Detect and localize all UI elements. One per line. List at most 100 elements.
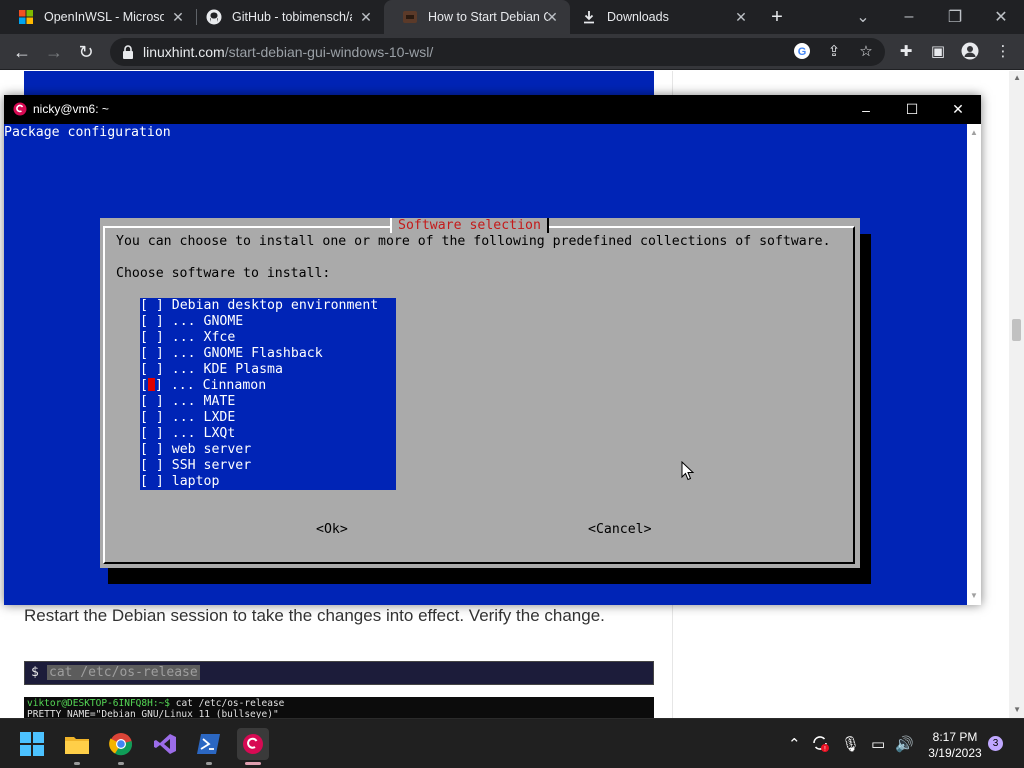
article-paragraph: Restart the Debian session to take the c… xyxy=(24,606,605,625)
extensions-puzzle-icon[interactable]: ✚ xyxy=(896,42,916,62)
terminal-close-button[interactable]: ✕ xyxy=(935,95,981,124)
system-clock[interactable]: 8:17 PM 3/19/2023 xyxy=(922,729,988,761)
linuxhint-icon xyxy=(402,9,418,25)
browser-toolbar: ← → ↻ linuxhint.com/start-debian-gui-win… xyxy=(0,34,1024,70)
checklist-item[interactable]: [ ] ... LXQt xyxy=(140,426,235,442)
close-tab-icon[interactable]: ✕ xyxy=(544,9,560,25)
restore-window-button[interactable]: ❐ xyxy=(932,0,978,34)
more-menu-icon[interactable]: ⋮ xyxy=(993,42,1013,62)
display-icon[interactable]: ▭ xyxy=(871,735,885,753)
tab-search-chevron-icon[interactable]: ⌄ xyxy=(840,0,886,34)
clock-time: 8:17 PM xyxy=(932,730,978,744)
terminal-image-line: PRETTY_NAME="Debian GNU/Linux 11 (bullse… xyxy=(27,709,279,718)
microphone-icon[interactable]: 🎙 xyxy=(841,735,860,753)
tab-title: Downloads xyxy=(607,10,669,24)
command-prompt: $ xyxy=(31,665,39,680)
checkbox[interactable]: [ ] xyxy=(140,314,164,329)
running-indicator xyxy=(206,762,212,765)
ok-button[interactable]: <Ok> xyxy=(316,522,348,537)
visual-studio-icon[interactable] xyxy=(149,728,181,760)
start-button-windows-icon[interactable] xyxy=(16,728,48,760)
terminal-scrollbar[interactable]: ▲ ▼ xyxy=(967,124,981,605)
file-explorer-icon[interactable] xyxy=(61,728,93,765)
powershell-icon[interactable] xyxy=(193,728,225,765)
close-tab-icon[interactable]: ✕ xyxy=(358,9,374,25)
tab-title: GitHub - tobimensch/a xyxy=(232,10,352,24)
checkbox[interactable]: [ ] xyxy=(140,394,164,409)
browser-tab-strip: OpenInWSL - Microsof ✕ GitHub - tobimens… xyxy=(0,0,1024,34)
checkbox[interactable]: [ ] xyxy=(140,362,164,377)
article-terminal-image: viktor@DESKTOP-6INFQ8H:~$ cat /etc/os-re… xyxy=(24,697,654,718)
close-window-button[interactable]: ✕ xyxy=(978,0,1024,34)
checkbox-with-cursor[interactable]: [] xyxy=(140,378,163,393)
windows-logo-icon xyxy=(18,9,34,25)
debian-app-icon[interactable] xyxy=(237,728,269,765)
url-text: linuxhint.com/start-debian-gui-windows-1… xyxy=(143,44,434,60)
volume-icon[interactable]: 🔊 xyxy=(895,735,914,753)
new-tab-button[interactable]: + xyxy=(767,7,787,27)
scroll-up-arrow-icon[interactable]: ▲ xyxy=(970,128,978,137)
checklist-item[interactable]: [ ] web server xyxy=(140,442,251,458)
checklist-item[interactable]: [ ] SSH server xyxy=(140,458,251,474)
dialog-prompt: Choose software to install: xyxy=(116,266,331,281)
command-text[interactable]: cat /etc/os-release xyxy=(47,665,200,680)
checkbox[interactable]: [ ] xyxy=(140,410,164,425)
checklist-item[interactable]: [ ] ... Xfce xyxy=(140,330,235,346)
terminal-title-bar[interactable]: nicky@vm6: ~ – ☐ ✕ xyxy=(4,95,981,124)
checkbox[interactable]: [ ] xyxy=(140,298,164,313)
terminal-minimize-button[interactable]: – xyxy=(843,95,889,124)
tab-title: How to Start Debian G xyxy=(428,10,548,24)
show-hidden-icons-chevron-icon[interactable]: ⌃ xyxy=(788,735,801,753)
package-configuration-header: Package configuration xyxy=(4,125,171,140)
google-icon[interactable]: G xyxy=(792,42,812,62)
share-icon[interactable]: ⇪ xyxy=(824,42,844,62)
chrome-icon[interactable] xyxy=(105,728,137,765)
checkbox[interactable]: [ ] xyxy=(140,346,164,361)
scroll-down-arrow-icon[interactable]: ▼ xyxy=(1013,705,1021,714)
checkbox[interactable]: [ ] xyxy=(140,442,164,457)
checkbox[interactable]: [ ] xyxy=(140,426,164,441)
software-checklist: [ ] Debian desktop environment [ ] ... G… xyxy=(140,298,396,490)
address-bar[interactable]: linuxhint.com/start-debian-gui-windows-1… xyxy=(110,38,885,66)
dialog-description: You can choose to install one or more of… xyxy=(116,234,831,249)
checklist-item[interactable]: [ ] ... GNOME xyxy=(140,314,243,330)
checklist-item[interactable]: [ ] ... GNOME Flashback xyxy=(140,346,323,362)
page-scrollbar-thumb[interactable] xyxy=(1012,319,1021,341)
back-arrow-icon[interactable]: ← xyxy=(10,40,34,64)
terminal-maximize-button[interactable]: ☐ xyxy=(889,95,935,124)
close-tab-icon[interactable]: ✕ xyxy=(170,9,186,25)
tab-linuxhint-active[interactable]: How to Start Debian G ✕ xyxy=(384,0,570,34)
terminal-title: nicky@vm6: ~ xyxy=(33,102,109,116)
terminal-content: Package configuration Software selection… xyxy=(4,124,967,605)
checklist-item[interactable]: [ ] laptop xyxy=(140,474,219,490)
checklist-item[interactable]: [ ] ... MATE xyxy=(140,394,235,410)
terminal-image-line: viktor@DESKTOP-6INFQ8H:~$ cat /etc/os-re… xyxy=(27,698,285,709)
page-scrollbar[interactable]: ▲ ▼ xyxy=(1009,71,1024,718)
checkbox[interactable]: [ ] xyxy=(140,330,164,345)
checkbox[interactable]: [ ] xyxy=(140,458,164,473)
lock-icon[interactable] xyxy=(120,44,136,60)
cancel-button[interactable]: <Cancel> xyxy=(588,522,652,537)
notification-count-badge[interactable]: 3 xyxy=(988,736,1003,751)
reload-icon[interactable]: ↻ xyxy=(74,40,98,64)
scroll-up-arrow-icon[interactable]: ▲ xyxy=(1013,73,1021,82)
bookmark-star-icon[interactable]: ☆ xyxy=(856,42,876,62)
close-tab-icon[interactable]: ✕ xyxy=(733,9,749,25)
side-panel-icon[interactable]: ▣ xyxy=(928,42,948,62)
minimize-window-button[interactable]: – xyxy=(886,0,932,34)
scroll-down-arrow-icon[interactable]: ▼ xyxy=(970,591,978,600)
running-indicator xyxy=(118,762,124,765)
profile-avatar-icon[interactable] xyxy=(960,42,980,62)
checkbox[interactable]: [ ] xyxy=(140,474,164,489)
tab-openinwsl[interactable]: OpenInWSL - Microsof ✕ xyxy=(0,0,196,34)
forward-arrow-icon[interactable]: → xyxy=(42,40,66,64)
svg-text:G: G xyxy=(798,46,807,58)
checklist-item[interactable]: [ ] Debian desktop environment xyxy=(140,298,378,314)
tab-github[interactable]: GitHub - tobimensch/a ✕ xyxy=(188,0,384,34)
checklist-item-focused[interactable]: [] ... Cinnamon xyxy=(140,378,266,394)
tab-downloads[interactable]: Downloads ✕ xyxy=(563,0,759,34)
sync-alert-icon[interactable]: ! xyxy=(810,733,830,757)
dialog-title: Software selection xyxy=(390,218,549,233)
checklist-item[interactable]: [ ] ... LXDE xyxy=(140,410,235,426)
checklist-item[interactable]: [ ] ... KDE Plasma xyxy=(140,362,283,378)
